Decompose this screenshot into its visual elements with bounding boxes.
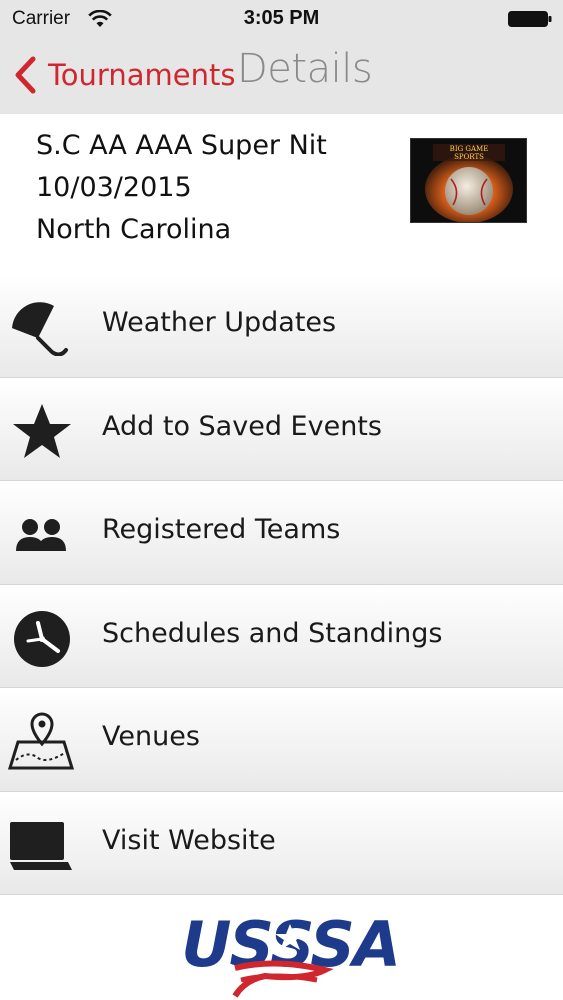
svg-text:USSSA: USSSA: [181, 910, 399, 981]
menu-item-add-to-saved-events[interactable]: Add to Saved Events: [0, 377, 563, 481]
clock-icon: [14, 610, 70, 667]
users-icon: [16, 519, 66, 551]
menu-item-label: Venues: [102, 721, 200, 752]
baseball-fire-logo: BIG GAME SPORTS: [411, 139, 526, 222]
status-bar: Carrier 3:05 PM: [0, 0, 563, 38]
laptop-icon: [10, 821, 72, 870]
page-title: Details: [237, 46, 373, 92]
navigation-bar: Tournaments Details: [0, 38, 563, 114]
menu-item-venues[interactable]: Venues: [0, 688, 563, 792]
back-button-label: Tournaments: [48, 58, 236, 92]
chevron-left-icon: [15, 56, 36, 94]
menu-item-schedules-and-standings[interactable]: Schedules and Standings: [0, 584, 563, 688]
menu-item-label: Registered Teams: [102, 514, 341, 545]
back-button[interactable]: Tournaments: [12, 52, 235, 98]
menu-item-label: Weather Updates: [102, 307, 337, 338]
tournament-logo: BIG GAME SPORTS: [410, 138, 527, 223]
footer: USSSA: [0, 898, 563, 1000]
tournament-info: S.C AA AAA Super Nit 10/03/2015 North Ca…: [0, 114, 563, 274]
menu-item-label: Visit Website: [102, 824, 276, 856]
map-pin-icon: [8, 712, 74, 770]
usssa-logo: USSSA: [181, 910, 401, 998]
star-icon: [13, 403, 71, 458]
umbrella-icon: [12, 302, 68, 356]
svg-text:SPORTS: SPORTS: [454, 153, 484, 161]
tournament-date: 10/03/2015: [36, 172, 192, 203]
menu-item-label: Add to Saved Events: [102, 410, 382, 442]
menu-item-weather-updates[interactable]: Weather Updates: [0, 274, 563, 378]
menu-item-visit-website[interactable]: Visit Website: [0, 791, 563, 895]
svg-text:BIG GAME: BIG GAME: [450, 145, 489, 153]
status-time: 3:05 PM: [243, 7, 320, 29]
menu-item-label: Schedules and Standings: [102, 617, 443, 649]
details-menu: Weather Updates Add to Saved Events Regi…: [0, 274, 563, 895]
menu-item-registered-teams[interactable]: Registered Teams: [0, 481, 563, 585]
battery-icon: [508, 11, 552, 27]
tournament-location: North Carolina: [36, 214, 232, 245]
tournament-name: S.C AA AAA Super Nit: [36, 130, 327, 161]
